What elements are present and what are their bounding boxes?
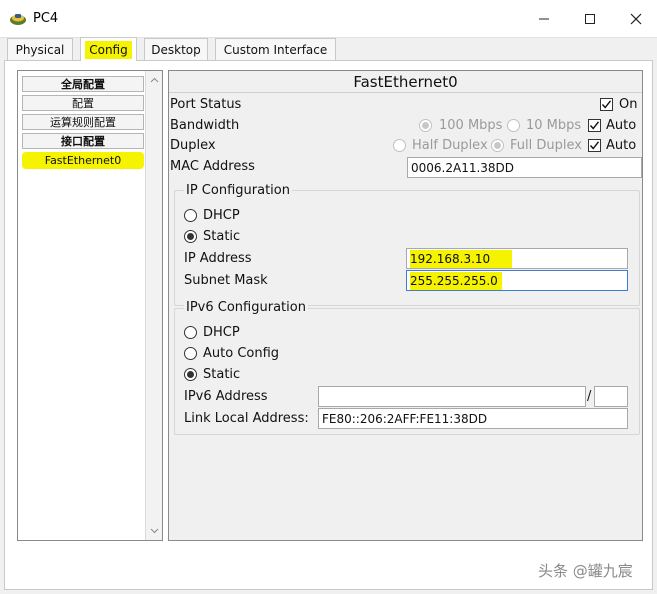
bandwidth-label: Bandwidth bbox=[170, 118, 240, 133]
chevron-up-icon bbox=[150, 77, 158, 83]
ip-address-value: 192.168.3.10 bbox=[410, 249, 513, 268]
app-window: PC4 Physical Config Desktop Custom Inter… bbox=[0, 0, 657, 594]
mac-address-label: MAC Address bbox=[170, 159, 255, 174]
sidebar-item-interface-header[interactable]: 接口配置 bbox=[22, 133, 144, 149]
panel-title: FastEthernet0 bbox=[169, 71, 642, 93]
minimize-button[interactable] bbox=[521, 0, 567, 38]
sidebar-item-label: 配置 bbox=[72, 97, 94, 110]
sidebar-item-settings[interactable]: 配置 bbox=[22, 95, 144, 111]
bandwidth-auto-checkbox[interactable] bbox=[588, 119, 601, 132]
checkmark-icon bbox=[601, 100, 612, 109]
subnet-mask-label: Subnet Mask bbox=[184, 273, 268, 288]
sidebar-item-label: 运算规则配置 bbox=[50, 116, 116, 129]
bandwidth-100-label: 100 Mbps bbox=[439, 118, 503, 133]
sidebar-item-label: 接口配置 bbox=[61, 135, 105, 148]
bandwidth-10-label: 10 Mbps bbox=[526, 118, 582, 133]
sidebar-item-algorithm-settings[interactable]: 运算规则配置 bbox=[22, 114, 144, 130]
ipv6-static-radio[interactable] bbox=[184, 368, 197, 381]
port-status-on-checkbox[interactable] bbox=[600, 98, 613, 111]
ip-static-label: Static bbox=[203, 229, 241, 244]
chevron-down-icon bbox=[150, 528, 158, 534]
link-local-address-field[interactable]: FE80::206:2AFF:FE11:38DD bbox=[318, 408, 628, 429]
ip-dhcp-radio[interactable] bbox=[184, 209, 197, 222]
bandwidth-100-radio[interactable] bbox=[419, 119, 432, 132]
close-icon bbox=[630, 13, 642, 25]
duplex-full-label: Full Duplex bbox=[510, 138, 582, 153]
sidebar-item-label: FastEthernet0 bbox=[44, 154, 122, 167]
interface-panel: FastEthernet0 Port Status On Bandwidth 1… bbox=[168, 70, 643, 541]
duplex-full-radio[interactable] bbox=[491, 139, 504, 152]
ipv6-static-label: Static bbox=[203, 367, 241, 382]
duplex-label: Duplex bbox=[170, 138, 216, 153]
tab-label: Desktop bbox=[151, 42, 201, 57]
ipv6-dhcp-radio[interactable] bbox=[184, 326, 197, 339]
tab-config[interactable]: Config bbox=[80, 37, 137, 61]
minimize-icon bbox=[539, 18, 549, 20]
bandwidth-auto-label: Auto bbox=[606, 118, 637, 133]
checkmark-icon bbox=[589, 121, 600, 130]
subnet-mask-value: 255.255.255.0 bbox=[410, 271, 502, 290]
close-button[interactable] bbox=[613, 0, 657, 38]
ipv6-prefix-field[interactable] bbox=[594, 386, 628, 407]
sidebar-scrollbar[interactable] bbox=[145, 71, 162, 540]
watermark: 头条 @罐九宸 bbox=[538, 562, 633, 580]
sidebar-item-global-settings[interactable]: 全局配置 bbox=[22, 76, 144, 92]
ipv6-address-field[interactable] bbox=[318, 386, 586, 407]
scroll-down-button[interactable] bbox=[146, 524, 162, 538]
link-local-address-label: Link Local Address: bbox=[184, 411, 309, 426]
link-local-address-value: FE80::206:2AFF:FE11:38DD bbox=[322, 411, 488, 426]
tab-custom-interface[interactable]: Custom Interface bbox=[215, 38, 336, 60]
tab-label: Config bbox=[85, 40, 132, 59]
scroll-up-button[interactable] bbox=[146, 73, 162, 87]
maximize-icon bbox=[585, 14, 595, 24]
sidebar-item-fastethernet0[interactable]: FastEthernet0 bbox=[22, 152, 144, 169]
bandwidth-10-radio[interactable] bbox=[507, 119, 520, 132]
tab-desktop[interactable]: Desktop bbox=[144, 38, 208, 60]
subnet-mask-field[interactable]: 255.255.255.0 bbox=[406, 270, 628, 291]
duplex-auto-label: Auto bbox=[606, 138, 637, 153]
mac-address-field[interactable]: 0006.2A11.38DD bbox=[407, 157, 642, 178]
ip-address-label: IP Address bbox=[184, 251, 252, 266]
config-sidebar: 全局配置 配置 运算规则配置 接口配置 FastEthernet0 bbox=[17, 70, 163, 541]
ipv6-dhcp-label: DHCP bbox=[203, 325, 240, 340]
ipv6-auto-config-label: Auto Config bbox=[203, 346, 280, 361]
sidebar-item-label: 全局配置 bbox=[61, 78, 105, 91]
ipv6-auto-config-radio[interactable] bbox=[184, 347, 197, 360]
tab-physical[interactable]: Physical bbox=[7, 38, 73, 60]
checkmark-icon bbox=[589, 141, 600, 150]
pc-icon bbox=[10, 14, 26, 25]
duplex-auto-checkbox[interactable] bbox=[588, 139, 601, 152]
tab-label: Physical bbox=[15, 42, 65, 57]
ipv6-address-label: IPv6 Address bbox=[184, 389, 268, 404]
title-bar: PC4 bbox=[0, 0, 657, 38]
port-status-label: Port Status bbox=[170, 97, 242, 112]
ip-configuration-title: IP Configuration bbox=[184, 183, 292, 198]
duplex-half-label: Half Duplex bbox=[412, 138, 488, 153]
ip-dhcp-label: DHCP bbox=[203, 208, 240, 223]
ipv6-prefix-separator: / bbox=[587, 389, 592, 404]
mac-address-value: 0006.2A11.38DD bbox=[411, 160, 515, 175]
tab-label: Custom Interface bbox=[223, 42, 328, 57]
window-title: PC4 bbox=[33, 11, 59, 26]
duplex-half-radio[interactable] bbox=[393, 139, 406, 152]
ip-static-radio[interactable] bbox=[184, 230, 197, 243]
maximize-button[interactable] bbox=[567, 0, 613, 38]
ipv6-configuration-title: IPv6 Configuration bbox=[184, 300, 308, 315]
port-status-on-label: On bbox=[619, 97, 638, 112]
ip-address-field[interactable]: 192.168.3.10 bbox=[406, 248, 628, 269]
